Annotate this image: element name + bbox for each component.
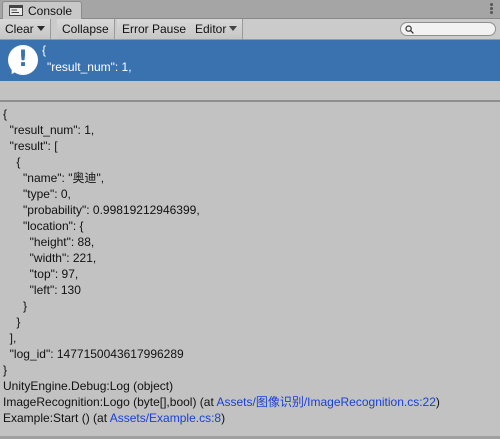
chevron-down-icon [229, 26, 238, 31]
detail-line: "width": 221, [3, 251, 97, 265]
entry-text-line-1: { [42, 43, 47, 57]
detail-line: "probability": 0.99819212946399, [3, 203, 200, 217]
search-icon [405, 25, 414, 34]
clear-button[interactable]: Clear [0, 19, 51, 39]
detail-line: ], [3, 331, 17, 345]
panel-splitter[interactable] [0, 100, 500, 102]
editor-dropdown-label: Editor [195, 22, 227, 36]
console-icon [9, 5, 23, 16]
detail-line: "result_num": 1, [3, 123, 95, 137]
stack-trace-line-1: UnityEngine.Debug:Log (object) [3, 379, 174, 393]
detail-line: "log_id": 1477150043617996289 [3, 347, 184, 361]
window-tab-bar: Console [0, 0, 500, 19]
entry-text-line-2: "result_num": 1, [47, 60, 132, 74]
editor-dropdown[interactable]: Editor [190, 19, 244, 39]
search-input[interactable] [400, 22, 496, 36]
error-pause-button[interactable]: Error Pause [117, 19, 193, 39]
info-message-icon: ! [8, 45, 38, 77]
source-link-example[interactable]: Assets/Example.cs:8 [110, 411, 221, 425]
detail-line: { [3, 107, 8, 121]
stack-trace-text: ) [435, 395, 440, 409]
detail-line: } [3, 299, 28, 313]
selected-log-entry[interactable]: ! { "result_num": 1, [0, 40, 500, 81]
detail-line: } [3, 315, 21, 329]
stack-trace-text: Example:Start () (at [3, 411, 110, 425]
window-menu-icon[interactable] [490, 3, 494, 15]
console-tab-label: Console [28, 4, 73, 18]
detail-line: "type": 0, [3, 187, 71, 201]
error-pause-button-label: Error Pause [122, 22, 187, 36]
clear-button-label: Clear [5, 22, 34, 36]
detail-line: "top": 97, [3, 267, 79, 281]
detail-line: "result": [ [3, 139, 58, 153]
collapse-button-label: Collapse [62, 22, 109, 36]
detail-line: "location": { [3, 219, 84, 233]
collapse-button[interactable]: Collapse [57, 19, 115, 39]
stack-trace-text: ImageRecognition:Logo (byte[],bool) (at [3, 395, 217, 409]
console-tab[interactable]: Console [2, 1, 82, 19]
detail-line: "name": "奥迪", [3, 171, 105, 185]
source-link-imagerecognition[interactable]: Assets/图像识别/ImageRecognition.cs:22 [216, 395, 435, 409]
detail-line: "height": 88, [3, 235, 95, 249]
log-detail-pane: { "result_num": 1, "result": [ { "name":… [3, 106, 498, 426]
stack-trace-line-2: ImageRecognition:Logo (byte[],bool) (at … [3, 394, 498, 410]
console-toolbar: Clear Collapse Error Pause Editor [0, 19, 500, 40]
detail-line: "left": 130 [3, 283, 81, 297]
detail-line: { [3, 155, 21, 169]
clear-dropdown-icon [36, 26, 45, 31]
detail-line: } [3, 363, 8, 377]
stack-trace-text: ) [221, 411, 226, 425]
stack-trace-line-3: Example:Start () (at Assets/Example.cs:8… [3, 410, 498, 426]
